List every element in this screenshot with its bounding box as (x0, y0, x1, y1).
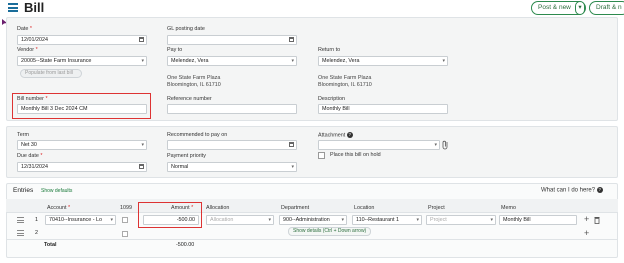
calendar-icon[interactable] (289, 142, 294, 147)
calendar-icon[interactable] (139, 164, 144, 169)
description-label: Description (318, 96, 345, 102)
amount-field[interactable]: -500.00 (143, 215, 199, 225)
pay-to-label: Pay to (167, 47, 183, 53)
date-field[interactable]: 12/01/2024 (17, 35, 147, 45)
total-value: -500.00 (176, 242, 195, 248)
chevron-down-icon: ▾ (490, 217, 493, 223)
hold-checkbox[interactable] (318, 152, 325, 159)
gl-posting-date-field[interactable] (167, 35, 297, 45)
chevron-down-icon: ▾ (291, 58, 294, 64)
draft-new-button[interactable]: Draft & n (589, 1, 624, 15)
col-allocation: Allocation (206, 205, 230, 211)
col-location: Location (354, 205, 375, 211)
term-label: Term (17, 132, 29, 138)
chevron-down-icon: ▾ (291, 164, 294, 170)
return-to-label: Return to (318, 47, 341, 53)
col-account: Account * (47, 205, 71, 211)
reference-number-field[interactable] (167, 104, 297, 114)
payment-priority-select[interactable]: Normal ▾ (167, 162, 297, 172)
populate-from-last-bill-button[interactable]: Populate from last bill (20, 69, 82, 78)
hold-label: Place this bill on hold (330, 152, 381, 158)
entries-header-row (6, 199, 618, 213)
date-label: Date * (17, 26, 32, 32)
return-to-select[interactable]: Melendez, Vera ▾ (318, 56, 448, 66)
bill-number-label: Bill number * (17, 96, 48, 102)
calendar-icon[interactable] (139, 37, 144, 42)
col-department: Department (281, 205, 310, 211)
total-label: Total (44, 242, 57, 248)
vendor-label: Vendor * (17, 47, 38, 53)
attachment-select[interactable]: ▾ (318, 140, 440, 150)
add-row-icon[interactable]: + (584, 214, 589, 224)
due-date-label: Due date * (17, 153, 43, 159)
help-icon[interactable]: ? (346, 132, 353, 138)
term-select[interactable]: Net 30 ▾ (17, 140, 147, 150)
trash-icon[interactable] (594, 216, 600, 224)
total-divider (6, 239, 618, 240)
col-1099: 1099 (120, 205, 132, 211)
chevron-down-icon: ▾ (141, 142, 144, 148)
department-select[interactable]: 900--Administration ▾ (279, 215, 347, 225)
chevron-down-icon: ▾ (341, 217, 344, 223)
pay-to-select[interactable]: Melendez, Vera ▾ (167, 56, 297, 66)
entries-title: Entries (13, 187, 34, 194)
row-number: 1 (35, 217, 38, 223)
help-circle-icon: ? (596, 187, 603, 193)
chevron-down-icon: ▾ (141, 58, 144, 64)
1099-checkbox[interactable] (122, 231, 128, 237)
project-select[interactable]: Project ▾ (426, 215, 496, 225)
post-new-dropdown-icon[interactable]: ▾ (575, 1, 585, 15)
1099-checkbox[interactable] (122, 217, 128, 223)
reference-number-label: Reference number (167, 96, 212, 102)
menu-icon[interactable] (8, 3, 18, 12)
pay-to-address-line2: Bloomington, IL 61710 (167, 82, 221, 88)
gl-posting-date-label: GL posting date (167, 26, 205, 32)
calendar-icon[interactable] (289, 37, 294, 42)
chevron-down-icon: ▾ (416, 217, 419, 223)
drag-handle-icon[interactable] (17, 217, 24, 223)
return-to-address-line1: One State Farm Plaza (318, 75, 372, 81)
allocation-select[interactable]: Allocation ▾ (206, 215, 274, 225)
page-title: Bill (24, 0, 45, 15)
col-project: Project (428, 205, 445, 211)
recommended-pay-on-label: Recommended to pay on (167, 132, 228, 138)
payment-priority-label: Payment priority (167, 153, 206, 159)
bill-number-field[interactable]: Monthly Bill 3 Dec 2024 CM (17, 104, 147, 114)
chevron-down-icon: ▾ (434, 142, 437, 148)
show-details-tooltip[interactable]: Show details (Ctrl + Down arrow) (288, 227, 372, 236)
chevron-down-icon: ▾ (268, 217, 271, 223)
pay-to-address-line1: One State Farm Plaza (167, 75, 221, 81)
account-select[interactable]: 70410--Insurance - Lo ▾ (45, 215, 116, 225)
drag-handle-icon[interactable] (17, 230, 24, 236)
recommended-pay-on-field[interactable] (167, 140, 297, 150)
add-row-icon[interactable]: + (584, 228, 589, 238)
location-select[interactable]: 110--Restaurant 1 ▾ (352, 215, 422, 225)
show-defaults-link[interactable]: Show defaults (41, 188, 72, 194)
memo-field[interactable]: Monthly Bill (499, 215, 577, 225)
due-date-field[interactable]: 12/31/2024 (17, 162, 147, 172)
attachment-label: Attachment ? (318, 132, 353, 139)
description-field[interactable]: Monthly Bill (318, 104, 448, 114)
col-memo: Memo (501, 205, 516, 211)
row-number: 2 (35, 230, 38, 236)
paperclip-icon[interactable] (442, 140, 449, 150)
chevron-down-icon: ▾ (110, 217, 113, 223)
vendor-select[interactable]: 20005--State Farm Insurance ▾ (17, 56, 147, 66)
chevron-down-icon: ▾ (442, 58, 445, 64)
help-link[interactable]: What can I do here? ? (541, 187, 603, 194)
return-to-address-line2: Bloomington, IL 61710 (318, 82, 372, 88)
